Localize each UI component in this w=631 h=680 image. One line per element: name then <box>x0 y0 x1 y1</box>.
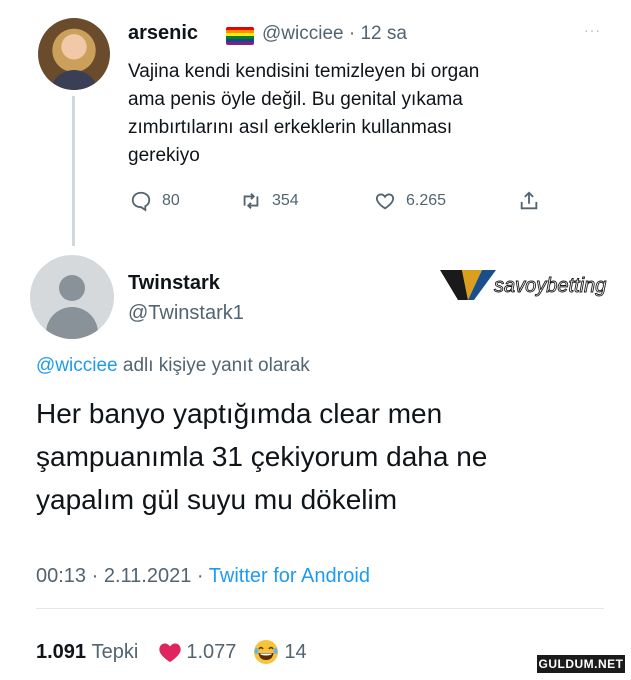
thread-line <box>72 96 75 246</box>
parent-avatar[interactable] <box>38 18 110 90</box>
rainbow-flag-icon <box>226 27 254 45</box>
site-watermark: GULDUM.NET <box>537 655 625 673</box>
laughing-emoji-icon <box>254 640 279 664</box>
reply-count: 80 <box>162 192 180 209</box>
meta-separator: · <box>86 565 104 587</box>
tweet-time[interactable]: 00:13 <box>36 565 86 587</box>
retweet-count: 354 <box>272 192 299 209</box>
heart-count: 1.077 <box>186 640 237 663</box>
reactions-label: Tepki <box>91 640 139 663</box>
like-button[interactable]: 6.265 <box>374 190 446 212</box>
like-count: 6.265 <box>406 192 447 209</box>
reply-tweet-text: Her banyo yaptığımda clear men şampuanım… <box>36 392 606 521</box>
tweet-text-line: yapalım gül suyu mu dökelim <box>36 484 398 515</box>
tweet-text-line: zımbırtılarını asıl erkeklerin kullanmas… <box>128 117 453 138</box>
retweet-icon <box>243 193 259 209</box>
tweet-source-link[interactable]: Twitter for Android <box>209 565 370 587</box>
parent-handle[interactable]: @wicciee <box>262 23 344 44</box>
parent-actions: 80 354 6.265 <box>128 190 558 220</box>
divider <box>36 608 604 609</box>
share-icon <box>520 191 538 210</box>
parent-display-name[interactable]: arsenic <box>128 22 198 45</box>
tweet-text-line: gerekiyo <box>128 145 200 166</box>
tweet-date[interactable]: 2.11.2021 <box>104 565 192 587</box>
replying-to: @wicciee adlı kişiye yanıt olarak <box>36 355 310 377</box>
reply-button[interactable]: 80 <box>130 190 180 212</box>
meta-separator: · <box>191 565 209 587</box>
parent-time[interactable]: 12 sa <box>360 23 406 44</box>
logo-text: savoybetting <box>494 275 606 297</box>
reaction-stats[interactable]: 1.091 Tepki 1.077 14 <box>36 638 307 666</box>
tweet-text-line: ama penis öyle değil. Bu genital yıkama <box>128 89 463 110</box>
more-options-icon[interactable]: ··· <box>584 22 601 38</box>
total-reactions: 1.091 <box>36 640 87 663</box>
reply-display-name[interactable]: Twinstark <box>128 272 220 295</box>
tweet-text-line: şampuanımla 31 çekiyorum daha ne <box>36 441 488 472</box>
reply-avatar[interactable] <box>30 255 114 339</box>
laugh-count: 14 <box>284 640 307 663</box>
reply-icon <box>131 191 151 212</box>
mention-link[interactable]: @wicciee <box>36 355 118 376</box>
tweet-text-line: Vajina kendi kendisini temizleyen bi org… <box>128 61 480 82</box>
retweet-button[interactable]: 354 <box>240 190 299 212</box>
replying-to-label: adlı kişiye yanıt olarak <box>117 355 310 376</box>
parent-tweet-text: Vajina kendi kendisini temizleyen bi org… <box>128 58 598 170</box>
heart-icon <box>159 643 182 662</box>
tweet-timestamp: 00:13 · 2.11.2021 · Twitter for Android <box>36 565 370 588</box>
heart-outline-icon <box>375 193 395 210</box>
meta-separator: · <box>348 23 356 44</box>
parent-meta: @wicciee · 12 sa <box>262 23 407 45</box>
reply-handle[interactable]: @Twinstark1 <box>128 302 244 325</box>
savoybetting-logo: savoybetting <box>440 270 607 300</box>
tweet-text-line: Her banyo yaptığımda clear men <box>36 398 443 429</box>
share-button[interactable] <box>518 190 540 212</box>
